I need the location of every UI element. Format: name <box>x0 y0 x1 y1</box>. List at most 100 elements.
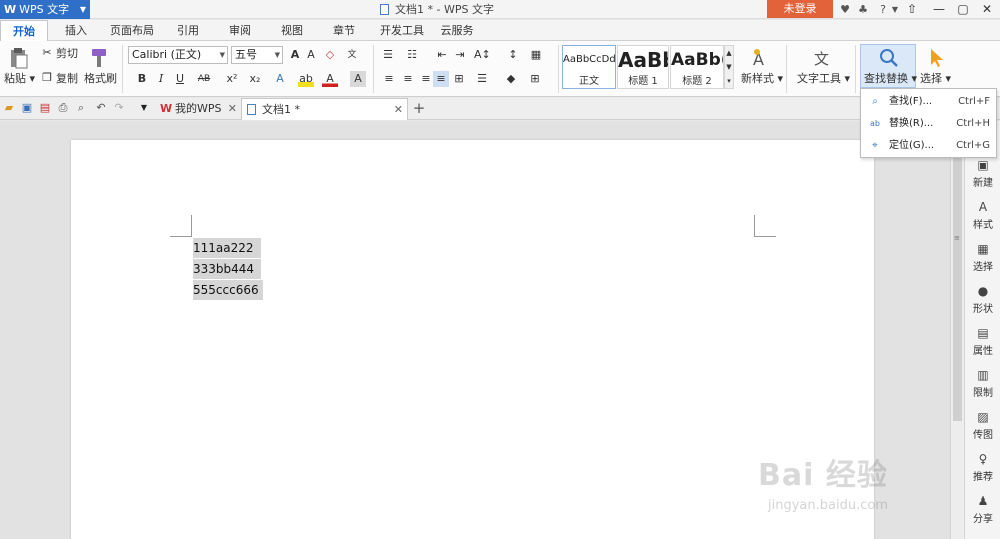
tab-review[interactable]: 审阅 <box>218 20 262 41</box>
print-icon[interactable]: ⎙ <box>56 101 70 115</box>
side-item-properties[interactable]: ▤ 属性 <box>965 323 1000 363</box>
minimize-button[interactable]: — <box>927 0 951 19</box>
text-direction-icon[interactable]: A↕ <box>474 47 491 63</box>
tab-insert[interactable]: 插入 <box>54 20 98 41</box>
format-painter-button[interactable]: 格式刷 <box>84 72 117 86</box>
highlight-icon[interactable]: ab <box>298 71 314 87</box>
align-right-icon[interactable]: ≡ <box>418 71 434 87</box>
close-icon[interactable]: ✕ <box>228 98 237 119</box>
side-item-shape[interactable]: ● 形状 <box>965 281 1000 321</box>
save-icon[interactable]: ▣ <box>20 101 34 115</box>
side-item-send-image[interactable]: ▨ 传图 <box>965 407 1000 447</box>
document-page[interactable]: 111aa222 333bb444 555ccc666 <box>71 140 874 539</box>
numbered-list-icon[interactable]: ☷ <box>404 47 420 63</box>
phonetic-icon[interactable]: 文 <box>344 47 360 63</box>
scissors-icon[interactable]: ✂ <box>39 45 55 61</box>
tab-document-1[interactable]: 文档1 * ✕ <box>241 98 408 120</box>
tab-page-layout[interactable]: 页面布局 <box>104 20 160 41</box>
text-tools-button[interactable]: 文字工具 ▾ <box>797 72 850 86</box>
increase-indent-icon[interactable]: ⇥ <box>452 47 468 63</box>
undo-icon[interactable]: ↶ <box>94 101 108 115</box>
style-heading-2[interactable]: AaBb( 标题 2 <box>670 45 724 89</box>
open-folder-icon[interactable]: ▰ <box>2 101 16 115</box>
font-size-select[interactable]: 五号 ▼ <box>231 46 283 64</box>
help-icon[interactable]: ? <box>876 1 890 18</box>
char-shading-icon[interactable]: A <box>350 71 366 87</box>
document-line[interactable]: 333bb444 <box>193 259 261 279</box>
print-preview-icon[interactable]: ⌕ <box>74 101 88 115</box>
align-center-icon[interactable]: ≡ <box>400 71 416 87</box>
border-icon[interactable]: ⊞ <box>527 71 543 87</box>
copy-button[interactable]: 复制 <box>56 72 78 86</box>
tab-chapter[interactable]: 章节 <box>322 20 366 41</box>
tab-view[interactable]: 视图 <box>270 20 314 41</box>
close-icon[interactable]: ✕ <box>394 99 403 120</box>
menu-item-find[interactable]: ⌕ 查找(F)... Ctrl+F <box>861 91 996 113</box>
menu-item-goto[interactable]: ⌖ 定位(G)... Ctrl+G <box>861 135 996 157</box>
cursor-icon[interactable] <box>926 47 948 69</box>
shading-icon[interactable]: ◆ <box>503 71 519 87</box>
skin-icon[interactable]: ♥ <box>838 1 852 18</box>
side-item-style[interactable]: A 样式 <box>965 197 1000 237</box>
pdf-icon[interactable]: ▤ <box>38 101 52 115</box>
close-button[interactable]: ✕ <box>975 0 999 19</box>
justify-icon[interactable]: ≡ <box>433 71 449 87</box>
styles-scroll-icon[interactable]: ▲ ▼ ▾ <box>724 45 734 89</box>
format-painter-icon[interactable] <box>88 47 110 69</box>
select-button[interactable]: 选择 ▾ <box>920 72 951 86</box>
subscript-icon[interactable]: x₂ <box>247 71 263 87</box>
shirt-icon[interactable]: ♣ <box>855 1 871 18</box>
style-heading-1[interactable]: AaBb 标题 1 <box>617 45 669 89</box>
side-item-new[interactable]: ▣ 新建 <box>965 155 1000 195</box>
new-tab-icon[interactable]: + <box>412 101 426 116</box>
font-name-select[interactable]: Calibri (正文) ▼ <box>128 46 228 64</box>
redo-icon[interactable]: ↷ <box>112 101 126 115</box>
line-spacing-icon[interactable]: ☰ <box>474 71 490 87</box>
shrink-font-icon[interactable]: A <box>303 47 319 63</box>
underline-icon[interactable]: U <box>172 71 188 87</box>
align-left-icon[interactable]: ≡ <box>381 71 397 87</box>
tab-references[interactable]: 引用 <box>166 20 210 41</box>
app-menu-button[interactable]: W WPS 文字 ▼ <box>0 0 90 19</box>
side-item-recommend[interactable]: ♀ 推荐 <box>965 449 1000 489</box>
table-icon[interactable]: ▦ <box>528 47 544 63</box>
upload-icon[interactable]: ⇧ <box>900 0 924 19</box>
paste-button[interactable]: 粘贴 ▾ <box>4 72 35 86</box>
side-item-share[interactable]: ♟ 分享 <box>965 491 1000 531</box>
scrollbar-thumb[interactable] <box>953 141 962 421</box>
copy-icon[interactable]: ❐ <box>39 70 55 86</box>
chevron-down-icon[interactable]: ▼ <box>137 101 151 115</box>
style-normal[interactable]: AaBbCcDd 正文 <box>562 45 616 89</box>
side-item-select[interactable]: ▦ 选择 <box>965 239 1000 279</box>
new-style-button[interactable]: 新样式 ▾ <box>741 72 783 86</box>
login-button[interactable]: 未登录 <box>767 0 833 18</box>
menu-item-replace[interactable]: ab 替换(R)... Ctrl+H <box>861 113 996 135</box>
document-line[interactable]: 111aa222 <box>193 238 261 258</box>
italic-icon[interactable]: I <box>153 71 169 87</box>
vertical-scrollbar[interactable]: ≡ <box>950 121 964 539</box>
document-line[interactable]: 555ccc666 <box>193 280 263 300</box>
bullet-list-icon[interactable]: ☰ <box>380 47 396 63</box>
find-replace-button[interactable]: 查找替换 ▾ <box>860 44 917 88</box>
side-item-restrict[interactable]: ▥ 限制 <box>965 365 1000 405</box>
tab-my-wps[interactable]: W 我的WPS ✕ <box>155 98 241 120</box>
tab-developer[interactable]: 开发工具 <box>374 20 430 41</box>
chevron-down-icon[interactable]: ▼ <box>890 1 900 18</box>
clear-format-icon[interactable]: ◇ <box>322 47 338 63</box>
grow-font-icon[interactable]: A <box>287 47 303 63</box>
tab-cloud[interactable]: 云服务 <box>434 20 480 41</box>
bold-icon[interactable]: B <box>134 71 150 87</box>
strikethrough-icon[interactable]: AB <box>196 71 212 87</box>
text-effect-icon[interactable]: A <box>272 71 288 87</box>
superscript-icon[interactable]: x² <box>224 71 240 87</box>
tab-home[interactable]: 开始 <box>0 20 48 42</box>
sort-icon[interactable]: ↕ <box>505 47 521 63</box>
maximize-button[interactable]: ▢ <box>951 0 975 19</box>
text-tools-icon[interactable]: 文 <box>812 47 834 69</box>
new-style-icon[interactable]: A <box>750 47 772 69</box>
distribute-icon[interactable]: ⊞ <box>451 71 467 87</box>
cut-button[interactable]: 剪切 <box>56 47 78 61</box>
decrease-indent-icon[interactable]: ⇤ <box>434 47 450 63</box>
paste-icon[interactable] <box>8 47 30 69</box>
font-color-icon[interactable]: A <box>322 71 338 87</box>
